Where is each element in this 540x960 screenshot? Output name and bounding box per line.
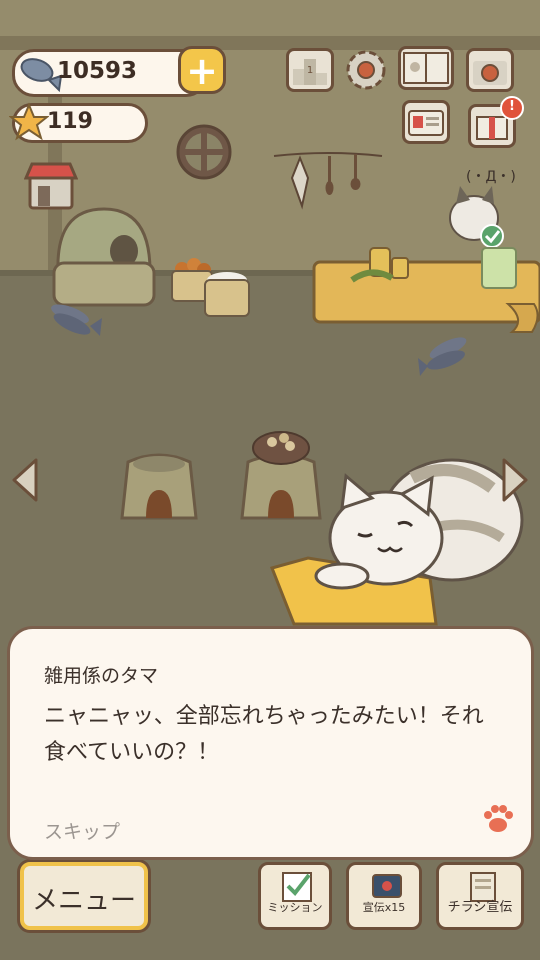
speaker-name: 雑用係のタマ <box>44 665 159 687</box>
checklist-icon <box>282 872 312 902</box>
star-icon <box>9 102 49 141</box>
rice-sack <box>204 272 250 317</box>
mission-button[interactable]: ミッション <box>258 862 332 930</box>
camera-icon <box>473 61 507 85</box>
ranking-button[interactable]: 1 <box>286 48 334 92</box>
mission-label: ミッション <box>267 901 323 914</box>
cat-customer <box>449 186 517 289</box>
shop-icon <box>23 162 79 210</box>
fish-count: 10593 <box>57 58 138 84</box>
menu-label: メニュー <box>31 886 136 916</box>
clay-stove-left <box>120 453 198 520</box>
wall-beam <box>0 36 540 50</box>
scroll-right-arrow[interactable] <box>500 458 530 502</box>
fish-pile-right <box>418 337 467 376</box>
dialog-message: ニャニャッ、全部忘れちゃったみたい！それ食べていいの？！ <box>44 704 484 765</box>
catbook-button[interactable] <box>398 46 454 90</box>
staff-button[interactable] <box>402 100 450 144</box>
flyer-button[interactable]: チラシ宣伝 <box>436 862 524 930</box>
gift-alert-badge: ! <box>500 96 524 120</box>
ad-label: 宣伝x15 <box>362 901 406 914</box>
ranking-icon: 1 <box>293 59 327 85</box>
arrow-right-icon <box>502 458 528 502</box>
ad-button[interactable]: 宣伝x15 <box>346 862 422 930</box>
fish-pile-left <box>51 304 102 336</box>
cat-speech-bubble: (・Д・) <box>466 169 516 185</box>
paw-icon[interactable] <box>480 801 516 837</box>
round-window <box>176 124 232 180</box>
id-card-icon <box>408 110 444 136</box>
tama-cat-character <box>269 458 524 626</box>
star-currency: 119 <box>9 102 148 143</box>
shop-button[interactable] <box>23 160 79 210</box>
star-count: 119 <box>47 109 93 134</box>
skip-button[interactable]: スキップ <box>44 817 120 844</box>
settings-button[interactable] <box>342 46 390 94</box>
svg-text:1: 1 <box>307 65 313 76</box>
stone-oven <box>52 207 156 307</box>
camera-button[interactable] <box>466 48 514 92</box>
add-fish-button[interactable]: + <box>178 46 226 94</box>
tv-icon <box>372 874 402 898</box>
book-icon <box>403 52 449 84</box>
arrow-left-icon <box>12 458 38 502</box>
dialog-box[interactable]: 雑用係のタマ ニャニャッ、全部忘れちゃったみたい！それ食べていいの？！ スキップ <box>7 626 534 860</box>
gear-icon <box>346 50 386 90</box>
flyer-label: チラシ宣伝 <box>447 900 513 915</box>
menu-button[interactable]: メニュー <box>20 862 148 930</box>
scroll-left-arrow[interactable] <box>10 458 40 502</box>
hanging-utensils <box>273 152 383 210</box>
